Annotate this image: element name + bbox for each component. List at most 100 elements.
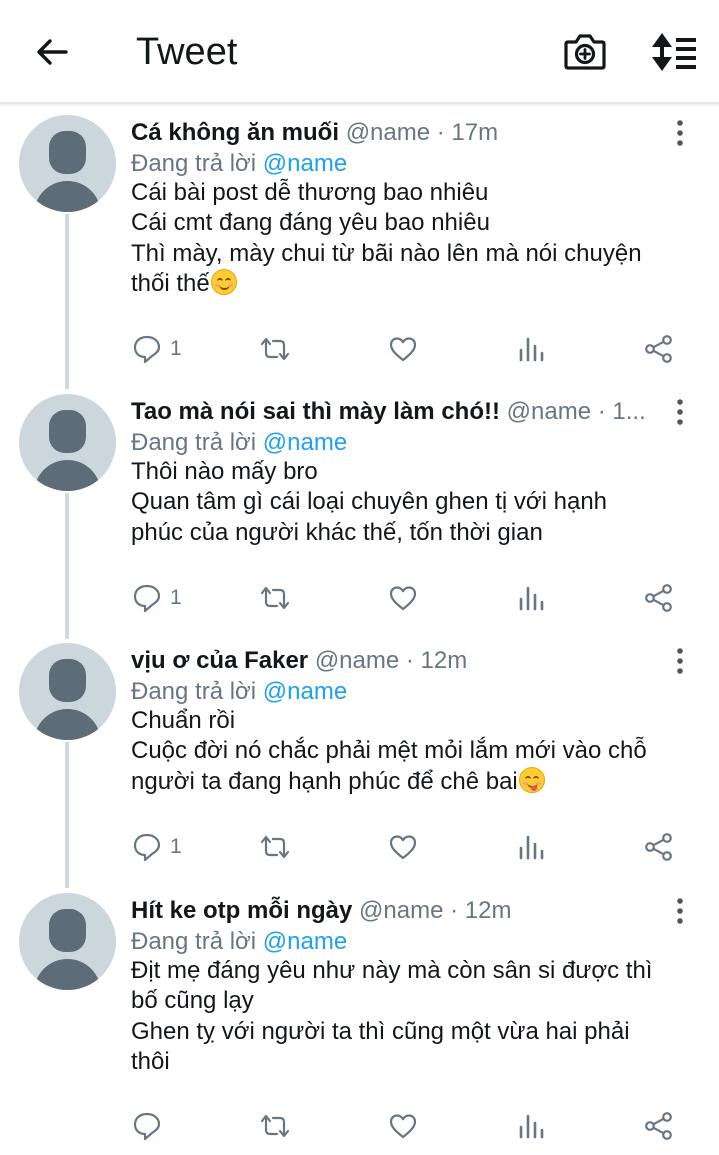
back-button[interactable] bbox=[30, 30, 74, 74]
reply-tweet[interactable]: Hít ke otp mỗi ngày @name · 12m Đang trả… bbox=[0, 880, 719, 1155]
replying-to-handle[interactable]: @name bbox=[263, 150, 347, 177]
share-icon bbox=[645, 584, 672, 612]
share-button[interactable] bbox=[643, 1108, 675, 1144]
like-button[interactable] bbox=[388, 829, 418, 865]
reply-tweet[interactable]: vịu ơ của Faker @name · 12m Đang trả lời… bbox=[0, 630, 719, 879]
replying-to-label: Đang trả lời bbox=[131, 150, 257, 177]
page-title: Tweet bbox=[136, 31, 238, 73]
analytics-icon bbox=[519, 835, 544, 860]
replying-to-handle[interactable]: @name bbox=[263, 928, 347, 955]
tweet-header: Cá không ăn muối @name · 17m bbox=[131, 118, 661, 148]
avatar[interactable] bbox=[19, 115, 116, 212]
share-button[interactable] bbox=[643, 331, 675, 367]
author-handle[interactable]: @name bbox=[507, 398, 591, 425]
reply-tweet[interactable]: Cá không ăn muối @name · 17m Đang trả lờ… bbox=[0, 102, 719, 364]
tweet-text-line: Ghen tỵ với người ta thì cũng một vừa ha… bbox=[131, 1017, 630, 1045]
like-button[interactable] bbox=[388, 1108, 418, 1144]
more-options-button[interactable] bbox=[668, 896, 692, 926]
retweet-icon bbox=[260, 586, 290, 610]
tweet-text: Cái bài post dễ thương bao nhiêu Cái cmt… bbox=[131, 178, 701, 300]
tweet-actions: 1 bbox=[0, 331, 719, 367]
tweet-text-line: Thì mày, mày chui từ bãi nào lên mà nói … bbox=[131, 239, 642, 267]
author-name[interactable]: Cá không ăn muối bbox=[131, 119, 339, 146]
author-handle[interactable]: @name bbox=[359, 897, 443, 924]
author-handle[interactable]: @name bbox=[346, 119, 430, 146]
heart-icon bbox=[389, 337, 417, 362]
replying-to-label: Đang trả lời bbox=[131, 429, 257, 456]
tweet-text-line: Cuộc đời nó chắc phải mệt mỏi lắm mới và… bbox=[131, 737, 647, 765]
analytics-button[interactable] bbox=[516, 829, 546, 865]
author-handle[interactable]: @name bbox=[315, 647, 399, 674]
analytics-button[interactable] bbox=[516, 331, 546, 367]
author-name[interactable]: vịu ơ của Faker bbox=[131, 647, 308, 674]
more-options-button[interactable] bbox=[668, 118, 692, 148]
more-vertical-icon bbox=[677, 120, 683, 146]
tweet-time: · 1... bbox=[597, 398, 646, 425]
tweet-actions: 1 bbox=[0, 580, 719, 616]
reply-count: 1 bbox=[170, 337, 182, 360]
retweet-icon bbox=[260, 835, 290, 859]
reply-tweet[interactable]: Tao mà nói sai thì mày làm chó!! @name ·… bbox=[0, 381, 719, 630]
tweet-time: · 17m bbox=[436, 119, 499, 146]
like-button[interactable] bbox=[388, 331, 418, 367]
reply-icon bbox=[133, 833, 161, 862]
replying-to-handle[interactable]: @name bbox=[263, 429, 347, 456]
tweet-text-line-with-emoji: thối thế bbox=[131, 269, 701, 299]
tweet-text-line: Địt mẹ đáng yêu như này mà còn sân si đư… bbox=[131, 957, 653, 984]
tweet-text-fragment: người ta đang hạnh phúc để chê bai bbox=[131, 767, 518, 795]
back-arrow-icon bbox=[37, 39, 68, 65]
more-options-button[interactable] bbox=[668, 646, 692, 676]
reply-button[interactable] bbox=[132, 1108, 170, 1144]
share-button[interactable] bbox=[643, 829, 675, 865]
author-name[interactable]: Tao mà nói sai thì mày làm chó!! bbox=[131, 398, 500, 425]
sort-replies-button[interactable] bbox=[648, 30, 698, 74]
reply-button[interactable]: 1 bbox=[132, 580, 182, 616]
tweet-time: · 12m bbox=[450, 897, 512, 924]
retweet-button[interactable] bbox=[258, 580, 292, 616]
retweet-button[interactable] bbox=[258, 1108, 292, 1144]
tweet-text: Địt mẹ đáng yêu như này mà còn sân si đư… bbox=[131, 956, 701, 1078]
more-vertical-icon bbox=[677, 648, 683, 674]
add-photo-button[interactable] bbox=[562, 30, 608, 74]
top-app-bar: Tweet bbox=[0, 0, 719, 104]
reply-count: 1 bbox=[170, 586, 182, 609]
reply-button[interactable]: 1 bbox=[132, 331, 182, 367]
author-name[interactable]: Hít ke otp mỗi ngày bbox=[131, 897, 352, 924]
retweet-button[interactable] bbox=[258, 331, 292, 367]
retweet-button[interactable] bbox=[258, 829, 292, 865]
tweet-actions: 1 bbox=[0, 829, 719, 865]
avatar[interactable] bbox=[19, 394, 116, 491]
smiling-face-emoji-icon bbox=[210, 269, 237, 296]
heart-icon bbox=[389, 586, 417, 611]
heart-icon bbox=[389, 835, 417, 860]
share-icon bbox=[645, 1112, 672, 1140]
avatar[interactable] bbox=[19, 893, 116, 990]
replying-to-label: Đang trả lời bbox=[131, 678, 257, 705]
like-button[interactable] bbox=[388, 580, 418, 616]
analytics-button[interactable] bbox=[516, 1108, 546, 1144]
more-vertical-icon bbox=[677, 399, 683, 425]
heart-icon bbox=[389, 1114, 417, 1139]
analytics-icon bbox=[519, 1114, 544, 1139]
replying-to: Đang trả lời @name bbox=[131, 149, 347, 179]
replying-to-label: Đang trả lời bbox=[131, 928, 257, 955]
tweet-header: Tao mà nói sai thì mày làm chó!! @name ·… bbox=[131, 397, 661, 427]
tweet-text-line: bố cũng lạy bbox=[131, 987, 254, 1015]
reply-icon bbox=[133, 584, 161, 613]
yum-face-emoji-icon bbox=[518, 766, 545, 793]
analytics-icon bbox=[519, 337, 544, 362]
reply-button[interactable]: 1 bbox=[132, 829, 182, 865]
more-options-button[interactable] bbox=[668, 397, 692, 427]
avatar[interactable] bbox=[19, 643, 116, 740]
more-vertical-icon bbox=[677, 898, 683, 924]
replying-to-handle[interactable]: @name bbox=[263, 678, 347, 705]
tweet-actions bbox=[0, 1108, 719, 1144]
tweet-text-line: Chuẩn rồi bbox=[131, 707, 236, 734]
tweet-text-line: thôi bbox=[131, 1048, 170, 1076]
share-button[interactable] bbox=[643, 580, 675, 616]
retweet-icon bbox=[260, 337, 290, 361]
camera-plus-icon bbox=[564, 34, 606, 70]
replying-to: Đang trả lời @name bbox=[131, 927, 347, 957]
reply-icon bbox=[133, 335, 161, 364]
analytics-button[interactable] bbox=[516, 580, 546, 616]
